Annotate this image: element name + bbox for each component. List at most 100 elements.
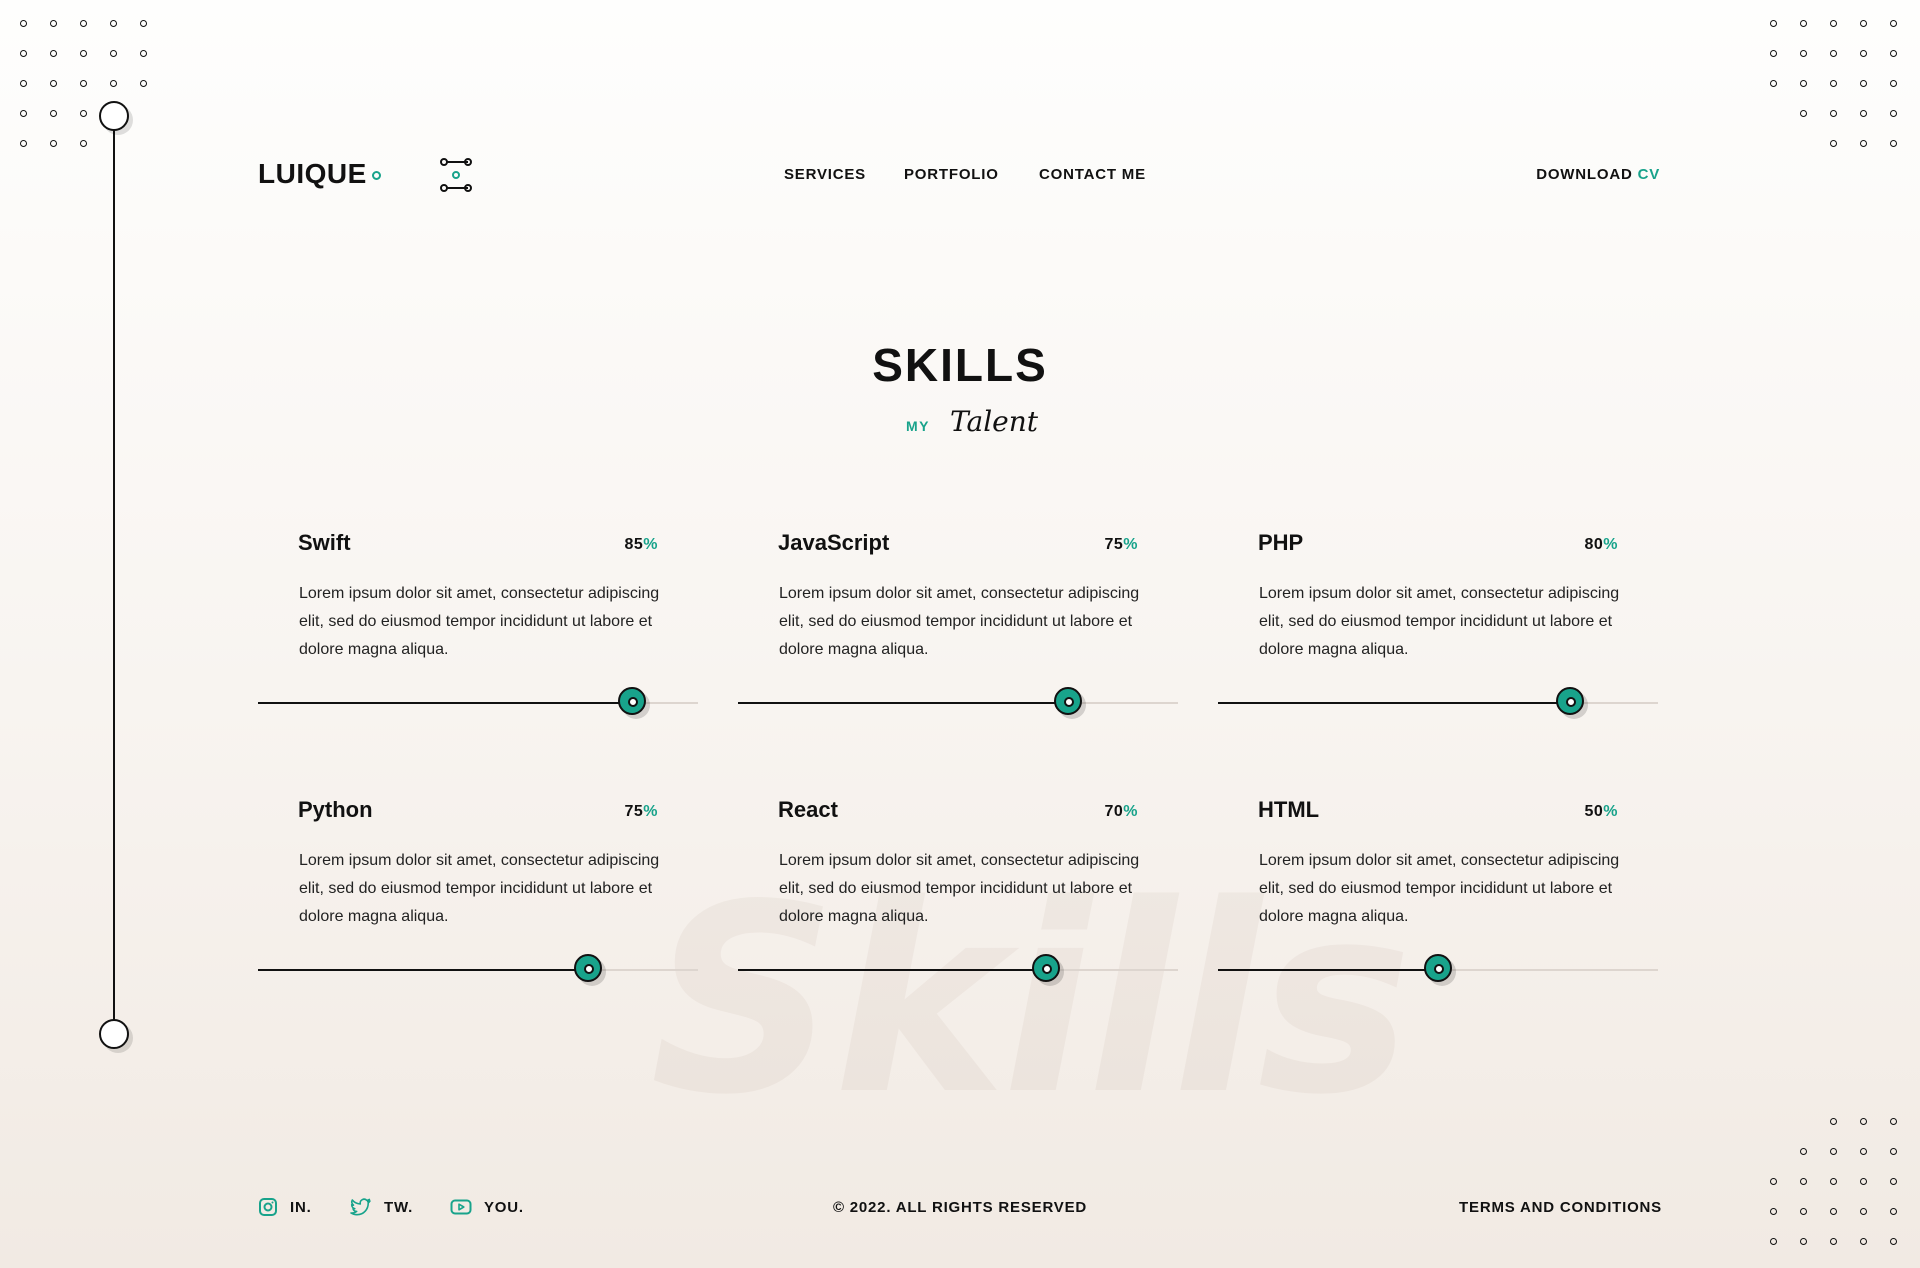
skill-progress-fill	[738, 702, 1068, 704]
skill-card: Python 75% Lorem ipsum dolor sit amet, c…	[258, 797, 698, 1027]
skill-progress-knob[interactable]	[618, 687, 646, 715]
skill-progress-track	[738, 687, 1178, 715]
skill-progress-knob[interactable]	[1556, 687, 1584, 715]
skill-progress-fill	[258, 969, 588, 971]
decor-dot	[1860, 1178, 1867, 1185]
decor-dot	[140, 80, 147, 87]
decor-dot	[1830, 80, 1837, 87]
decor-dot	[1890, 110, 1897, 117]
skill-description: Lorem ipsum dolor sit amet, consectetur …	[1259, 585, 1620, 658]
skill-progress-knob[interactable]	[1054, 687, 1082, 715]
skill-percent-sign: %	[1123, 536, 1138, 553]
decor-dot	[1830, 1178, 1837, 1185]
decor-dot	[110, 20, 117, 27]
decor-dot	[1860, 50, 1867, 57]
decor-dot	[50, 50, 57, 57]
scroll-bottom-knob[interactable]	[99, 1019, 129, 1049]
decor-dot	[1800, 1238, 1807, 1245]
nav-services[interactable]: SERVICES	[784, 166, 866, 183]
logo[interactable]: LUIQUE	[258, 158, 367, 190]
decor-dot	[1830, 1118, 1837, 1125]
skill-description: Lorem ipsum dolor sit amet, consectetur …	[779, 852, 1140, 925]
skill-percent-value: 75	[624, 803, 644, 820]
download-label: DOWNLOAD	[1536, 166, 1633, 183]
decor-dot	[1860, 80, 1867, 87]
decor-dot	[1890, 1238, 1897, 1245]
decor-dot	[1860, 1238, 1867, 1245]
skill-percent: 85%	[624, 536, 658, 554]
decor-dot	[1860, 140, 1867, 147]
nav-contact-me[interactable]: CONTACT ME	[1039, 166, 1146, 183]
decor-dot	[1890, 80, 1897, 87]
skill-progress-knob[interactable]	[574, 954, 602, 982]
decor-dot	[80, 80, 87, 87]
decor-dot	[1770, 1238, 1777, 1245]
terms-link[interactable]: TERMS AND CONDITIONS	[1459, 1199, 1662, 1216]
skill-progress-track	[258, 687, 698, 715]
decor-dot	[20, 140, 27, 147]
skill-name: PHP	[1258, 530, 1304, 555]
nav-portfolio[interactable]: PORTFOLIO	[904, 166, 999, 183]
skill-description: Lorem ipsum dolor sit amet, consectetur …	[779, 585, 1140, 658]
decor-dot	[1770, 1178, 1777, 1185]
decor-dot	[50, 140, 57, 147]
skill-progress-knob[interactable]	[1424, 954, 1452, 982]
decor-dot	[140, 50, 147, 57]
download-cv-accent: CV	[1637, 166, 1660, 183]
decor-dot	[1860, 20, 1867, 27]
decor-dot	[1890, 1118, 1897, 1125]
decor-dot	[110, 50, 117, 57]
decor-dot	[1890, 20, 1897, 27]
skill-percent: 70%	[1104, 803, 1138, 821]
skill-progress-track	[738, 954, 1178, 982]
decor-dot	[20, 20, 27, 27]
decor-dot	[1800, 110, 1807, 117]
download-cv-link[interactable]: DOWNLOAD CV	[1536, 166, 1660, 183]
section-subtitle-script: Talent	[950, 405, 1039, 438]
skill-card: JavaScript 75% Lorem ipsum dolor sit ame…	[738, 530, 1178, 760]
skill-percent-value: 80	[1584, 536, 1604, 553]
decor-dot	[80, 140, 87, 147]
scroll-track	[113, 115, 115, 1033]
decor-dot	[1830, 110, 1837, 117]
skill-percent-sign: %	[1603, 803, 1618, 820]
skill-progress-fill	[1218, 969, 1438, 971]
decor-dot	[1890, 1148, 1897, 1155]
skill-percent-sign: %	[643, 536, 658, 553]
skill-progress-track	[258, 954, 698, 982]
skill-percent-value: 75	[1104, 536, 1124, 553]
decor-dot	[1770, 50, 1777, 57]
decor-dot	[1860, 1148, 1867, 1155]
decor-dot	[1830, 1148, 1837, 1155]
decor-dot	[20, 50, 27, 57]
skill-percent-sign: %	[643, 803, 658, 820]
decor-dot	[1800, 20, 1807, 27]
decor-dot	[1800, 1178, 1807, 1185]
skill-name: Swift	[298, 530, 351, 555]
menu-toggle-icon[interactable]	[440, 158, 472, 192]
decor-dot	[110, 80, 117, 87]
skill-progress-knob[interactable]	[1032, 954, 1060, 982]
skill-description: Lorem ipsum dolor sit amet, consectetur …	[299, 585, 660, 658]
skill-percent-sign: %	[1603, 536, 1618, 553]
skill-percent-value: 70	[1104, 803, 1124, 820]
logo-dot-icon	[372, 171, 381, 180]
skill-percent: 50%	[1584, 803, 1618, 821]
skill-name: JavaScript	[778, 530, 890, 555]
decor-dot	[1860, 1118, 1867, 1125]
decor-dot	[80, 110, 87, 117]
scroll-top-knob[interactable]	[99, 101, 129, 131]
decor-dot	[1770, 20, 1777, 27]
decor-dot	[1800, 1148, 1807, 1155]
skill-percent-value: 85	[624, 536, 644, 553]
decor-dot	[1830, 1238, 1837, 1245]
skill-description: Lorem ipsum dolor sit amet, consectetur …	[1259, 852, 1620, 925]
decor-dot	[50, 110, 57, 117]
decor-dot	[1800, 50, 1807, 57]
decor-dot	[1800, 80, 1807, 87]
decor-dot	[1890, 1178, 1897, 1185]
decor-dot	[140, 20, 147, 27]
decor-dot	[1830, 50, 1837, 57]
decor-dot	[50, 80, 57, 87]
skill-progress-track	[1218, 687, 1658, 715]
